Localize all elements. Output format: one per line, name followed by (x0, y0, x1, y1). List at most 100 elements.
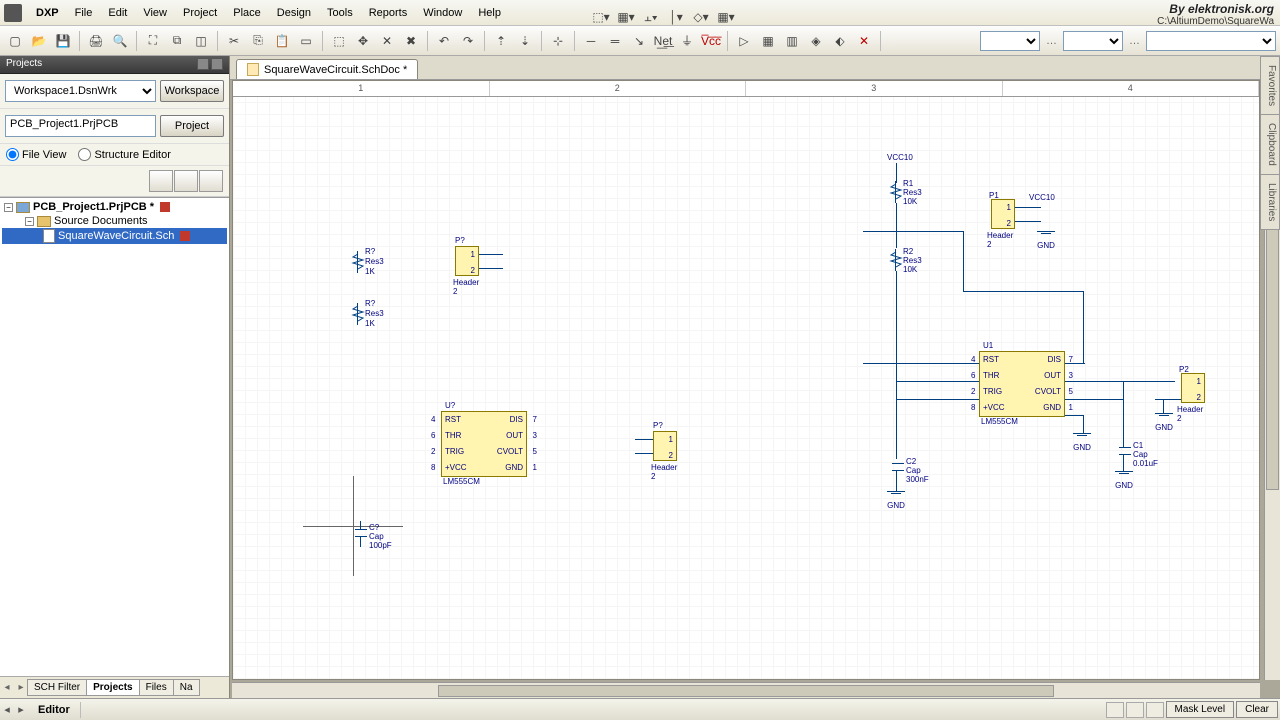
filter-select-1[interactable] (980, 31, 1040, 51)
units-icon[interactable]: │▾ (665, 6, 687, 28)
status-icon-3[interactable] (1146, 702, 1164, 718)
panel-close-icon[interactable] (211, 58, 223, 70)
paste-icon[interactable]: 📋 (271, 30, 293, 52)
move-icon[interactable]: ✥ (352, 30, 374, 52)
header-p3[interactable]: P? 1 2 Header 2 (653, 431, 677, 461)
clear-button[interactable]: Clear (1236, 701, 1278, 718)
tree-folder[interactable]: − Source Documents (2, 214, 227, 228)
document-tab[interactable]: SquareWaveCircuit.SchDoc * (236, 59, 418, 79)
hier-up-icon[interactable]: ⇡ (490, 30, 512, 52)
menu-edit[interactable]: Edit (100, 4, 135, 22)
panel-cfg-icon[interactable] (149, 170, 173, 192)
sheet-icon[interactable]: ▦ (757, 30, 779, 52)
tab-libraries[interactable]: Libraries (1260, 174, 1280, 230)
schematic-canvas[interactable]: 1234 R? Res3 1K R? Res3 1K P? 1 (232, 80, 1260, 680)
print-icon[interactable]: 🖨 (85, 30, 107, 52)
menu-window[interactable]: Window (415, 4, 470, 22)
status-icon-1[interactable] (1106, 702, 1124, 718)
mask-level-button[interactable]: Mask Level (1166, 701, 1235, 718)
deselect-icon[interactable]: ✕ (376, 30, 398, 52)
status-prev-icon[interactable]: ◂ (0, 703, 14, 716)
netlbl-icon[interactable]: N͟e͟t (652, 30, 674, 52)
cross-icon[interactable]: ⊹ (547, 30, 569, 52)
capacitor-c2[interactable]: C2 Cap 300nF (892, 463, 904, 471)
ic-u1[interactable]: U1 RSTDIS THROUT TRIGCVOLT +VCCGND LM555… (979, 351, 1065, 417)
zoom-area-icon[interactable]: ⧉ (166, 30, 188, 52)
sheetent-icon[interactable]: ▥ (781, 30, 803, 52)
panel-tab-filter[interactable]: SCH Filter (27, 679, 87, 696)
device-icon[interactable]: ◈ (805, 30, 827, 52)
tab-clipboard[interactable]: Clipboard (1260, 114, 1280, 175)
preview-icon[interactable]: 🔍 (109, 30, 131, 52)
panel-view1-icon[interactable] (174, 170, 198, 192)
menu-tools[interactable]: Tools (319, 4, 361, 22)
menu-project[interactable]: Project (175, 4, 225, 22)
save-icon[interactable]: 💾 (52, 30, 74, 52)
menu-help[interactable]: Help (470, 4, 509, 22)
copy-icon[interactable]: ⎘ (247, 30, 269, 52)
gnd-icon[interactable]: ⏚ (676, 30, 698, 52)
structure-editor-radio[interactable]: Structure Editor (78, 148, 170, 161)
align-icon[interactable]: ⫠▾ (640, 6, 662, 28)
wire-icon[interactable]: ─ (580, 30, 602, 52)
resistor-r7a[interactable]: R? Res3 1K (353, 251, 363, 273)
clear-icon[interactable]: ✖ (400, 30, 422, 52)
workspace-select[interactable]: Workspace1.DsnWrk (5, 80, 156, 102)
panel-view2-icon[interactable] (199, 170, 223, 192)
project-name-field[interactable]: PCB_Project1.PrjPCB (5, 115, 156, 137)
bus-icon[interactable]: ═ (604, 30, 626, 52)
tab-favorites[interactable]: Favorites (1260, 56, 1280, 115)
workspace-button[interactable]: Workspace (160, 80, 224, 102)
panel-tab-navigator[interactable]: Na (173, 679, 200, 696)
capacitor-c1[interactable]: C1 Cap 0.01uF (1119, 447, 1131, 455)
project-button[interactable]: Project (160, 115, 224, 137)
menu-file[interactable]: File (67, 4, 101, 22)
panel-tab-projects[interactable]: Projects (86, 679, 139, 696)
ic-u7[interactable]: U? RSTDIS THROUT TRIGCVOLT +VCCGND LM555… (441, 411, 527, 477)
new-icon[interactable]: ▢ (4, 30, 26, 52)
noerc-icon[interactable]: ✕ (853, 30, 875, 52)
menu-dxp[interactable]: DXP (28, 4, 67, 22)
cut-icon[interactable]: ✂ (223, 30, 245, 52)
capacitor-c7[interactable]: C? Cap 100pF (355, 529, 367, 537)
resistor-r7b[interactable]: R? Res3 1K (353, 303, 363, 325)
header-p1[interactable]: P1 1 2 Header 2 (991, 199, 1015, 229)
menu-design[interactable]: Design (269, 4, 319, 22)
select-icon[interactable]: ⬚ (328, 30, 350, 52)
file-view-radio[interactable]: File View (6, 148, 66, 161)
zoom-sel-icon[interactable]: ◫ (190, 30, 212, 52)
panel-tab-prev-icon[interactable]: ◂ (0, 682, 14, 693)
open-icon[interactable]: 📂 (28, 30, 50, 52)
rubber-icon[interactable]: ▭ (295, 30, 317, 52)
status-next-icon[interactable]: ▸ (14, 703, 28, 716)
shape-icon[interactable]: ◇▾ (690, 6, 712, 28)
header-p7[interactable]: P? 1 2 Header 2 (455, 246, 479, 276)
hscrollbar[interactable] (232, 682, 1260, 698)
status-editor[interactable]: Editor (28, 702, 81, 718)
menu-reports[interactable]: Reports (361, 4, 416, 22)
hier-dn-icon[interactable]: ⇣ (514, 30, 536, 52)
filter-select-2[interactable] (1063, 31, 1123, 51)
menu-place[interactable]: Place (225, 4, 269, 22)
menu-view[interactable]: View (135, 4, 175, 22)
status-icon-2[interactable] (1126, 702, 1144, 718)
grid-icon[interactable]: ▦▾ (715, 6, 737, 28)
header-p2[interactable]: P2 1 2 Header 2 (1181, 373, 1205, 403)
snap-grid-icon[interactable]: ▦▾ (615, 6, 637, 28)
panel-tab-next-icon[interactable]: ▸ (14, 682, 28, 693)
port-icon[interactable]: ⬖ (829, 30, 851, 52)
zoom-fit-icon[interactable]: ⛶ (142, 30, 164, 52)
vcc-icon[interactable]: V̅c̅c̅ (700, 30, 722, 52)
resistor-r1[interactable]: R1 Res3 10K (891, 181, 901, 203)
panel-tab-files[interactable]: Files (139, 679, 174, 696)
project-tree[interactable]: − PCB_Project1.PrjPCB * − Source Documen… (0, 197, 229, 676)
tree-root[interactable]: − PCB_Project1.PrjPCB * (2, 200, 227, 214)
undo-icon[interactable]: ↶ (433, 30, 455, 52)
busent-icon[interactable]: ↘ (628, 30, 650, 52)
panel-pin-icon[interactable] (197, 58, 209, 70)
vcc10-label-top[interactable]: VCC10 (887, 153, 913, 162)
filter-select-3[interactable] (1146, 31, 1276, 51)
redo-icon[interactable]: ↷ (457, 30, 479, 52)
resistor-r2[interactable]: R2 Res3 10K (891, 249, 901, 271)
mode-select-icon[interactable]: ⬚▾ (590, 6, 612, 28)
